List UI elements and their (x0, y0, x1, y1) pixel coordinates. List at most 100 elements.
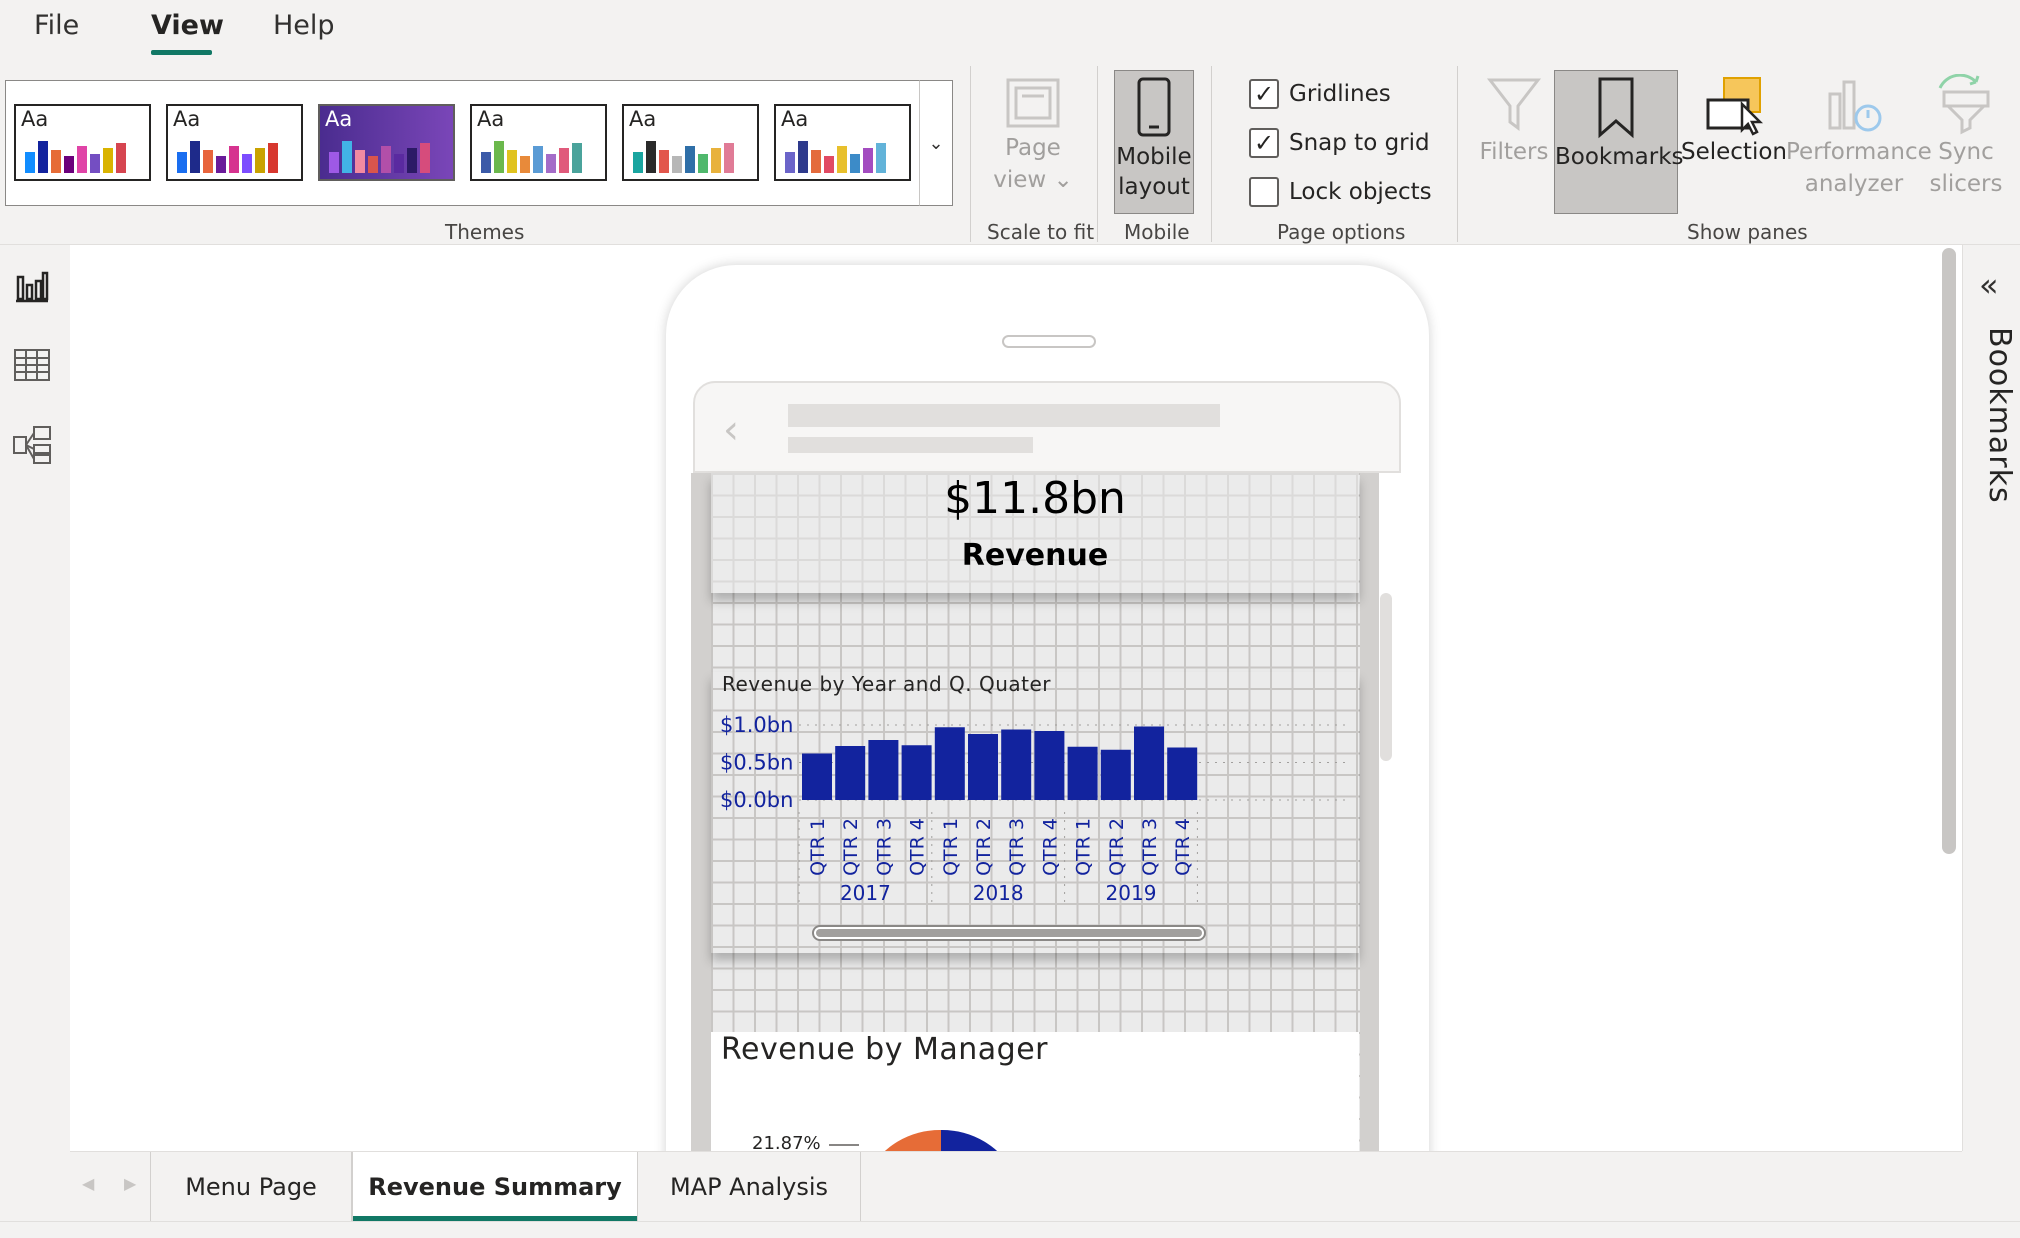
bar (868, 740, 899, 800)
x-group-label: 2018 (973, 881, 1024, 905)
kpi-label: Revenue (961, 538, 1109, 573)
page-view-button[interactable]: Page view ⌄ (992, 74, 1074, 212)
menu-view[interactable]: View (151, 10, 224, 41)
theme-color-bar (798, 141, 808, 173)
snap-to-grid-checkbox[interactable]: ✓ Snap to grid (1249, 126, 1430, 160)
tab-revenue-summary[interactable]: Revenue Summary (352, 1152, 638, 1222)
revenue-card-visual[interactable]: $11.8bn Revenue (711, 473, 1359, 593)
bar (968, 734, 998, 800)
theme-color-bars (25, 135, 126, 173)
tab-prev-icon[interactable]: ◀ (82, 1174, 94, 1193)
theme-color-bar (533, 146, 543, 173)
x-tick-label: QTR 1 (1073, 818, 1095, 876)
x-tick-label: QTR 3 (1139, 818, 1161, 876)
menu-help[interactable]: Help (273, 10, 335, 41)
menu-bar: File View Help (0, 0, 2020, 62)
bar (901, 745, 932, 800)
model-view-icon[interactable] (12, 425, 52, 465)
theme-sample-text: Aa (629, 107, 657, 131)
theme-color-bar (203, 150, 213, 173)
performance-label-line1: Performance (1786, 139, 1932, 165)
x-tick-label: QTR 2 (840, 818, 862, 876)
x-tick-label: QTR 3 (1006, 818, 1028, 876)
kpi-value: $11.8bn (944, 473, 1126, 524)
theme-color-bar (216, 156, 226, 173)
group-label-scale-to-fit: Scale to fit (987, 220, 1095, 244)
theme-swatch-4[interactable]: Aa (470, 104, 607, 181)
theme-swatch-5[interactable]: Aa (622, 104, 759, 181)
theme-sample-text: Aa (325, 107, 353, 131)
sync-slicers-button[interactable]: Sync slicers (1925, 74, 2007, 212)
bookmarks-pane-title[interactable]: Bookmarks (1967, 327, 2017, 527)
y-tick-label: $0.5bn (720, 751, 793, 775)
theme-color-bar (824, 156, 834, 173)
themes-expand-button[interactable]: ⌄ (919, 80, 953, 206)
theme-color-bars (785, 135, 886, 173)
theme-color-bar (659, 150, 669, 173)
theme-color-bar (420, 143, 430, 173)
theme-color-bar (394, 154, 404, 173)
group-separator (1097, 66, 1098, 242)
gridlines-label: Gridlines (1289, 81, 1391, 107)
tab-next-icon[interactable]: ▶ (124, 1174, 136, 1193)
x-tick-label: QTR 4 (1039, 818, 1061, 876)
mobile-vertical-scrollbar[interactable] (1380, 593, 1392, 761)
placeholder-subtitle-bar (788, 437, 1033, 453)
mobile-layout-button[interactable]: Mobile layout (1114, 70, 1194, 214)
x-tick-label: QTR 4 (907, 818, 929, 876)
theme-color-bar (381, 146, 391, 173)
group-separator (970, 66, 971, 242)
bookmark-icon (1598, 77, 1634, 139)
bookmarks-pane-button[interactable]: Bookmarks (1554, 70, 1684, 214)
bookmarks-label: Bookmarks (1555, 144, 1684, 170)
performance-analyzer-button[interactable]: Performance analyzer (1786, 74, 1932, 212)
theme-color-bar (255, 148, 265, 173)
expand-pane-icon[interactable]: « (1979, 269, 1999, 301)
phone-speaker (1002, 335, 1096, 348)
bar (802, 753, 832, 800)
theme-color-bar (572, 143, 582, 173)
tab-map-analysis[interactable]: MAP Analysis (638, 1152, 861, 1222)
mobile-layout-label-line1: Mobile (1116, 144, 1192, 170)
theme-color-bar (368, 156, 378, 173)
filter-icon (1486, 78, 1542, 131)
theme-color-bar (103, 148, 113, 173)
theme-color-bar (685, 146, 695, 173)
theme-swatch-3[interactable]: Aa (318, 104, 455, 181)
theme-swatch-1[interactable]: Aa (14, 104, 151, 181)
page-view-label-line1: Page (1005, 135, 1061, 161)
lock-objects-checkbox[interactable]: Lock objects (1249, 175, 1432, 209)
revenue-bar-chart-visual[interactable]: Revenue by Year and Q. Quater $1.0bn $0.5… (711, 672, 1359, 953)
gridlines-checkbox[interactable]: ✓ Gridlines (1249, 77, 1391, 111)
theme-color-bar (38, 141, 48, 173)
group-separator (1211, 66, 1212, 242)
theme-color-bar (90, 154, 100, 173)
canvas-vertical-scrollbar[interactable] (1942, 248, 1956, 854)
theme-color-bar (520, 156, 530, 173)
theme-swatch-6[interactable]: Aa (774, 104, 911, 181)
theme-color-bar (646, 141, 656, 173)
data-view-icon[interactable] (12, 345, 52, 385)
theme-sample-text: Aa (173, 107, 201, 131)
report-view-icon[interactable] (12, 265, 52, 305)
selection-label: Selection (1681, 139, 1787, 165)
tab-menu-page[interactable]: Menu Page (150, 1152, 352, 1222)
theme-color-bar (229, 146, 239, 173)
filters-pane-button[interactable]: Filters (1475, 74, 1553, 212)
checkbox-unchecked-icon (1249, 177, 1279, 207)
chevron-down-icon: ⌄ (1053, 167, 1073, 193)
x-tick-label: QTR 2 (973, 818, 995, 876)
theme-color-bar (785, 152, 795, 173)
theme-color-bar (242, 154, 252, 173)
selection-pane-button[interactable]: Selection (1679, 74, 1789, 212)
tab-label: Revenue Summary (368, 1173, 622, 1201)
theme-color-bar (507, 150, 517, 173)
menu-file[interactable]: File (34, 10, 79, 41)
y-tick-label: $1.0bn (720, 713, 793, 737)
theme-color-bar (876, 143, 886, 173)
theme-swatch-2[interactable]: Aa (166, 104, 303, 181)
page-view-label-line2: view (993, 167, 1047, 193)
group-label-themes: Themes (445, 220, 525, 244)
theme-color-bar (407, 148, 417, 173)
theme-sample-text: Aa (477, 107, 505, 131)
